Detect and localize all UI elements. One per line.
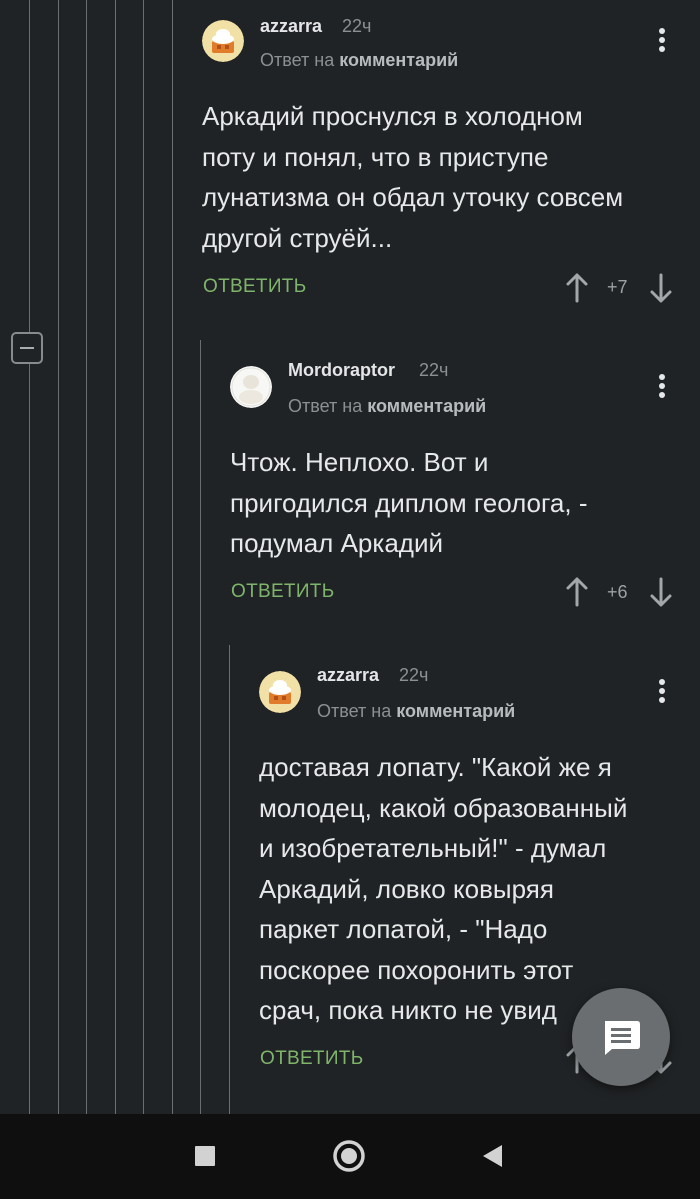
- score: +6: [607, 582, 628, 602]
- comment-line: подумал Аркадий: [230, 528, 444, 558]
- reply-button[interactable]: ОТВЕТИТЬ: [203, 276, 306, 298]
- arrow-up-icon: [566, 273, 588, 303]
- avatar[interactable]: [202, 20, 244, 62]
- thread-line: [143, 0, 144, 1114]
- more-vertical-icon-dot: [659, 392, 665, 398]
- square-icon: [195, 1146, 215, 1166]
- upvote-button[interactable]: [565, 272, 589, 304]
- timestamp: 22ч: [342, 16, 372, 36]
- thread-line: [115, 0, 116, 1114]
- downvote-button[interactable]: [649, 272, 673, 304]
- comment: azzarra 22ч Ответ на комментарий Аркадий…: [172, 0, 700, 320]
- more-vertical-icon-dot: [659, 383, 665, 389]
- comment-line: Чтож. Неплохо. Вот и: [230, 447, 489, 477]
- reply-to-line: Ответ на комментарий: [260, 50, 458, 71]
- add-comment-fab[interactable]: [572, 988, 670, 1086]
- thread-line: [29, 0, 30, 332]
- timestamp: 22ч: [399, 665, 429, 685]
- avatar[interactable]: [230, 366, 272, 408]
- reply-to-prefix: Ответ на: [317, 701, 392, 721]
- collapse-thread-button[interactable]: [11, 332, 43, 364]
- more-vertical-icon: [659, 28, 665, 34]
- comment-line: Аркадий проснулся в холодном: [202, 101, 583, 131]
- arrow-down-icon: [650, 577, 672, 607]
- reply-to-line: Ответ на комментарий: [317, 701, 515, 722]
- reply-to-link[interactable]: комментарий: [339, 50, 458, 70]
- system-nav-bar: [0, 1114, 700, 1199]
- comment: Mordoraptor 22ч Ответ на комментарий Что…: [200, 340, 700, 620]
- comment-line: пригодился диплом геолога, -: [230, 487, 588, 518]
- comment-line: другой струёй...: [202, 222, 393, 253]
- more-options-button[interactable]: [650, 671, 674, 711]
- comment-line: доставая лопату. "Какой же я: [259, 752, 612, 782]
- comment-text: Аркадий проснулся в холодном поту и поня…: [202, 96, 682, 258]
- more-vertical-icon-dot: [659, 697, 665, 703]
- username[interactable]: azzarra: [260, 16, 322, 37]
- upvote-button[interactable]: [565, 576, 589, 608]
- reply-to-line: Ответ на комментарий: [288, 396, 486, 417]
- reply-button[interactable]: ОТВЕТИТЬ: [260, 1048, 363, 1070]
- more-vertical-icon-dot: [659, 688, 665, 694]
- reply-to-link[interactable]: комментарий: [396, 701, 515, 721]
- username[interactable]: Mordoraptor: [288, 360, 395, 381]
- arrow-down-icon: [650, 273, 672, 303]
- reply-to-prefix: Ответ на: [288, 396, 363, 416]
- back-button[interactable]: [473, 1136, 513, 1176]
- comment-line: поскорее похоронить этот: [259, 954, 574, 985]
- reply-to-link[interactable]: комментарий: [367, 396, 486, 416]
- circle-icon: [333, 1140, 365, 1172]
- score: +7: [607, 277, 628, 297]
- username[interactable]: azzarra: [317, 665, 379, 686]
- comment-line: и изобретательный!" - думал: [259, 833, 607, 863]
- comment-line: молодец, какой образованный: [259, 792, 628, 823]
- reply-to-prefix: Ответ на: [260, 50, 335, 70]
- thread-line: [58, 0, 59, 1114]
- timestamp: 22ч: [419, 360, 449, 380]
- thread-line: [86, 0, 87, 1114]
- comment-icon: [605, 1021, 640, 1055]
- downvote-button[interactable]: [649, 576, 673, 608]
- more-vertical-icon: [659, 679, 665, 685]
- more-options-button[interactable]: [650, 366, 674, 406]
- reply-button[interactable]: ОТВЕТИТЬ: [231, 581, 334, 603]
- comment-line: паркет лопатой, - "Надо: [259, 914, 548, 944]
- avatar[interactable]: [259, 671, 301, 713]
- more-options-button[interactable]: [650, 20, 674, 60]
- more-vertical-icon-dot: [659, 46, 665, 52]
- comment-line: Аркадий, ловко ковыряя: [259, 873, 554, 904]
- home-button[interactable]: [329, 1136, 369, 1176]
- recent-apps-button[interactable]: [185, 1136, 225, 1176]
- thread-line: [29, 364, 30, 1114]
- comment-line: лунатизма он обдал уточку совсем: [202, 182, 624, 212]
- arrow-up-icon: [566, 577, 588, 607]
- triangle-left-icon: [483, 1145, 502, 1167]
- more-vertical-icon-dot: [659, 37, 665, 43]
- comment-text: Чтож. Неплохо. Вот и пригодился диплом г…: [230, 442, 680, 564]
- comment-line: поту и понял, что в приступе: [202, 141, 549, 172]
- more-vertical-icon: [659, 374, 665, 380]
